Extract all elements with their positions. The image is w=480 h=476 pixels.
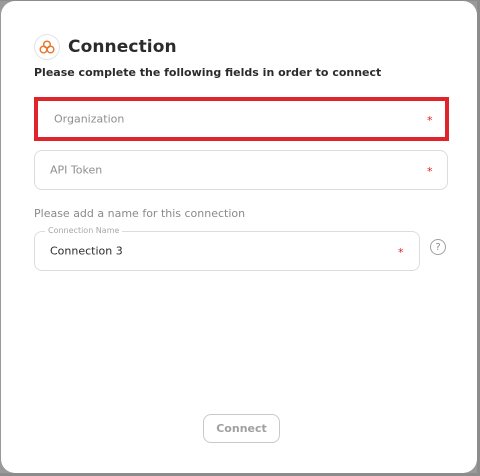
dialog-header: Connection [34, 34, 177, 60]
connection-name-legend: Connection Name [45, 226, 123, 235]
connection-dialog: Connection Please complete the following… [1, 1, 477, 473]
dialog-title: Connection [68, 37, 177, 57]
api-token-placeholder: API Token [50, 163, 103, 177]
connection-name-required-mark: * [398, 245, 404, 259]
api-token-field[interactable]: API Token * [34, 150, 448, 190]
connect-button[interactable]: Connect [203, 414, 280, 443]
dialog-subtitle: Please complete the following fields in … [34, 66, 382, 79]
cloud-cluster-icon [39, 40, 55, 54]
connection-name-field[interactable]: Connection Name Connection 3 * [34, 226, 420, 271]
connection-name-hint: Please add a name for this connection [34, 207, 246, 220]
help-icon[interactable]: ? [430, 239, 446, 255]
connection-logo [34, 34, 60, 60]
connection-name-value: Connection 3 [50, 244, 123, 258]
organization-placeholder: Organization [54, 112, 125, 126]
organization-required-mark: * [427, 113, 433, 127]
api-token-required-mark: * [427, 164, 433, 178]
organization-field[interactable]: Organization * [38, 102, 442, 136]
